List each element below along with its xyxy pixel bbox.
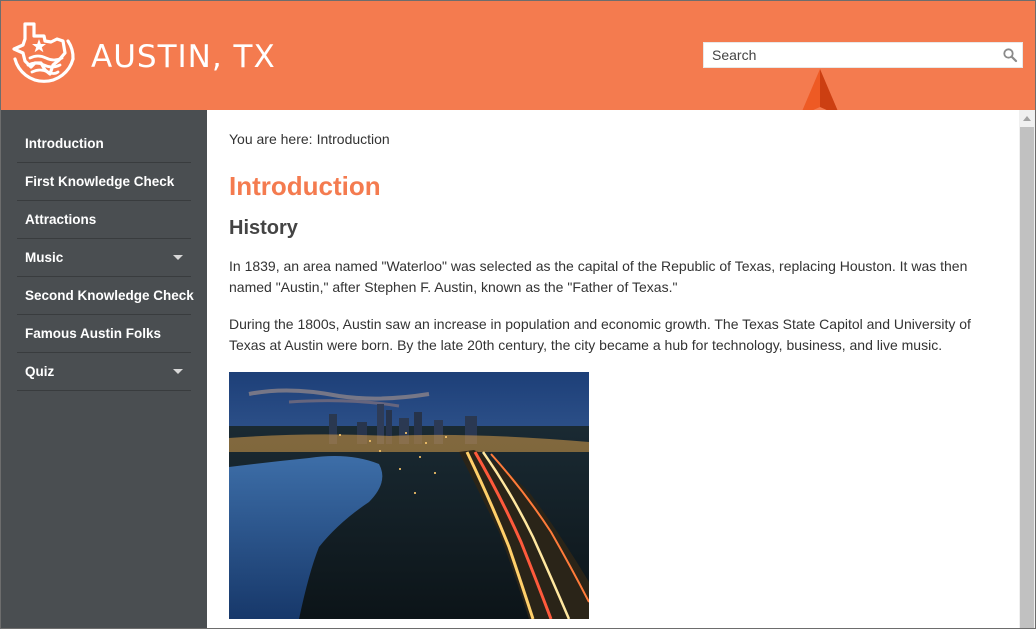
breadcrumb-prefix: You are here: xyxy=(229,131,313,147)
main-content: You are here: Introduction Introduction H… xyxy=(207,110,1019,628)
page-title: Introduction xyxy=(229,171,381,201)
sidebar-item-attractions[interactable]: Attractions xyxy=(17,201,191,239)
sidebar-item-label: Introduction xyxy=(25,136,104,151)
sidebar-item-label: Second Knowledge Check xyxy=(25,288,194,303)
breadcrumb: You are here: Introduction xyxy=(229,131,390,147)
sidebar-item-quiz[interactable]: Quiz xyxy=(17,353,191,391)
sidebar-item-label: Music xyxy=(25,250,64,265)
search-box xyxy=(703,42,1023,68)
search-input[interactable] xyxy=(704,43,1000,67)
caret-down-icon[interactable] xyxy=(173,255,183,260)
sidebar-item-second-knowledge-check[interactable]: Second Knowledge Check xyxy=(17,277,194,315)
scroll-thumb[interactable] xyxy=(1020,127,1034,628)
sidebar-item-label: Quiz xyxy=(25,364,55,379)
sidebar-item-introduction[interactable]: Introduction xyxy=(17,125,191,163)
caret-down-icon[interactable] xyxy=(173,369,183,374)
magnifier-icon[interactable] xyxy=(1002,47,1018,63)
site-header: AUSTIN, TX xyxy=(1,1,1035,110)
sidebar-item-famous-austin-folks[interactable]: Famous Austin Folks xyxy=(17,315,191,353)
sidebar-item-label: Famous Austin Folks xyxy=(25,326,162,341)
texas-logo-icon[interactable] xyxy=(12,19,76,93)
sidebar: Introduction First Knowledge Check Attra… xyxy=(1,110,207,628)
sidebar-nav: Introduction First Knowledge Check Attra… xyxy=(17,125,194,391)
sidebar-item-first-knowledge-check[interactable]: First Knowledge Check xyxy=(17,163,191,201)
growth-paragraph: During the 1800s, Austin saw an increase… xyxy=(229,316,971,353)
browser-viewport: AUSTIN, TX Introduction First Knowledge … xyxy=(0,0,1036,629)
section-heading: History xyxy=(229,217,298,239)
sidebar-item-label: Attractions xyxy=(25,212,97,227)
breadcrumb-current: Introduction xyxy=(316,131,390,147)
austin-skyline-photo xyxy=(229,372,589,619)
sidebar-item-music[interactable]: Music xyxy=(17,239,191,277)
site-title[interactable]: AUSTIN, TX xyxy=(91,39,276,75)
sidebar-item-label: First Knowledge Check xyxy=(25,174,175,189)
vertical-scrollbar[interactable] xyxy=(1019,110,1035,628)
history-paragraph: In 1839, an area named "Waterloo" was se… xyxy=(229,258,968,295)
scroll-up-icon[interactable] xyxy=(1023,116,1031,121)
